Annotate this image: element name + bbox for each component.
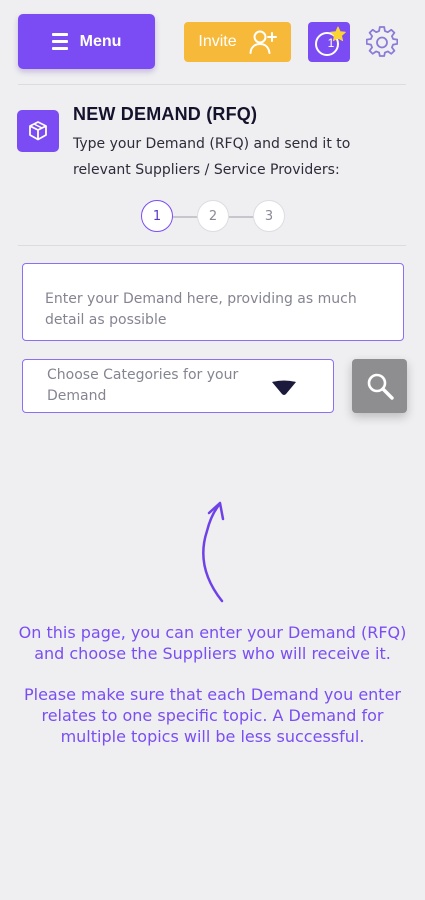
section-divider [18,245,406,246]
top-bar: Menu Invite 1 [0,0,425,84]
page-title: NEW DEMAND (RFQ) [73,104,258,124]
hamburger-icon [51,33,68,50]
notification-count: 1 [327,36,335,50]
page-description: Type your Demand (RFQ) and send it to re… [73,136,351,178]
search-icon [367,373,394,400]
curved-arrow-icon [202,501,225,603]
step-connector [229,216,253,218]
top-divider [18,84,406,85]
search-button[interactable] [352,359,407,413]
menu-button[interactable]: Menu [18,14,155,69]
step-2: 2 [197,200,229,232]
demand-textarea[interactable]: Enter your Demand here, providing as muc… [22,263,404,341]
invite-button-label: Invite [198,33,237,50]
add-user-icon [249,30,277,54]
invite-button[interactable]: Invite [184,22,291,62]
step-connector [173,216,197,218]
step-1: 1 [141,200,173,232]
box-icon [17,110,59,152]
chevron-down-icon [272,380,296,395]
step-indicator: 1 2 3 [141,200,286,232]
menu-button-label: Menu [79,32,122,50]
gear-icon[interactable] [366,26,398,58]
category-dropdown[interactable]: Choose Categories for your Demand [22,359,334,413]
category-placeholder: Choose Categories for your Demand [47,367,239,404]
demand-placeholder: Enter your Demand here, providing as muc… [45,291,357,328]
info-text-1: On this page, you can enter your Demand … [18,623,407,663]
step-3: 3 [253,200,285,232]
info-text-2: Please make sure that each Demand you en… [23,685,401,746]
notifications-button[interactable]: 1 [308,22,350,62]
